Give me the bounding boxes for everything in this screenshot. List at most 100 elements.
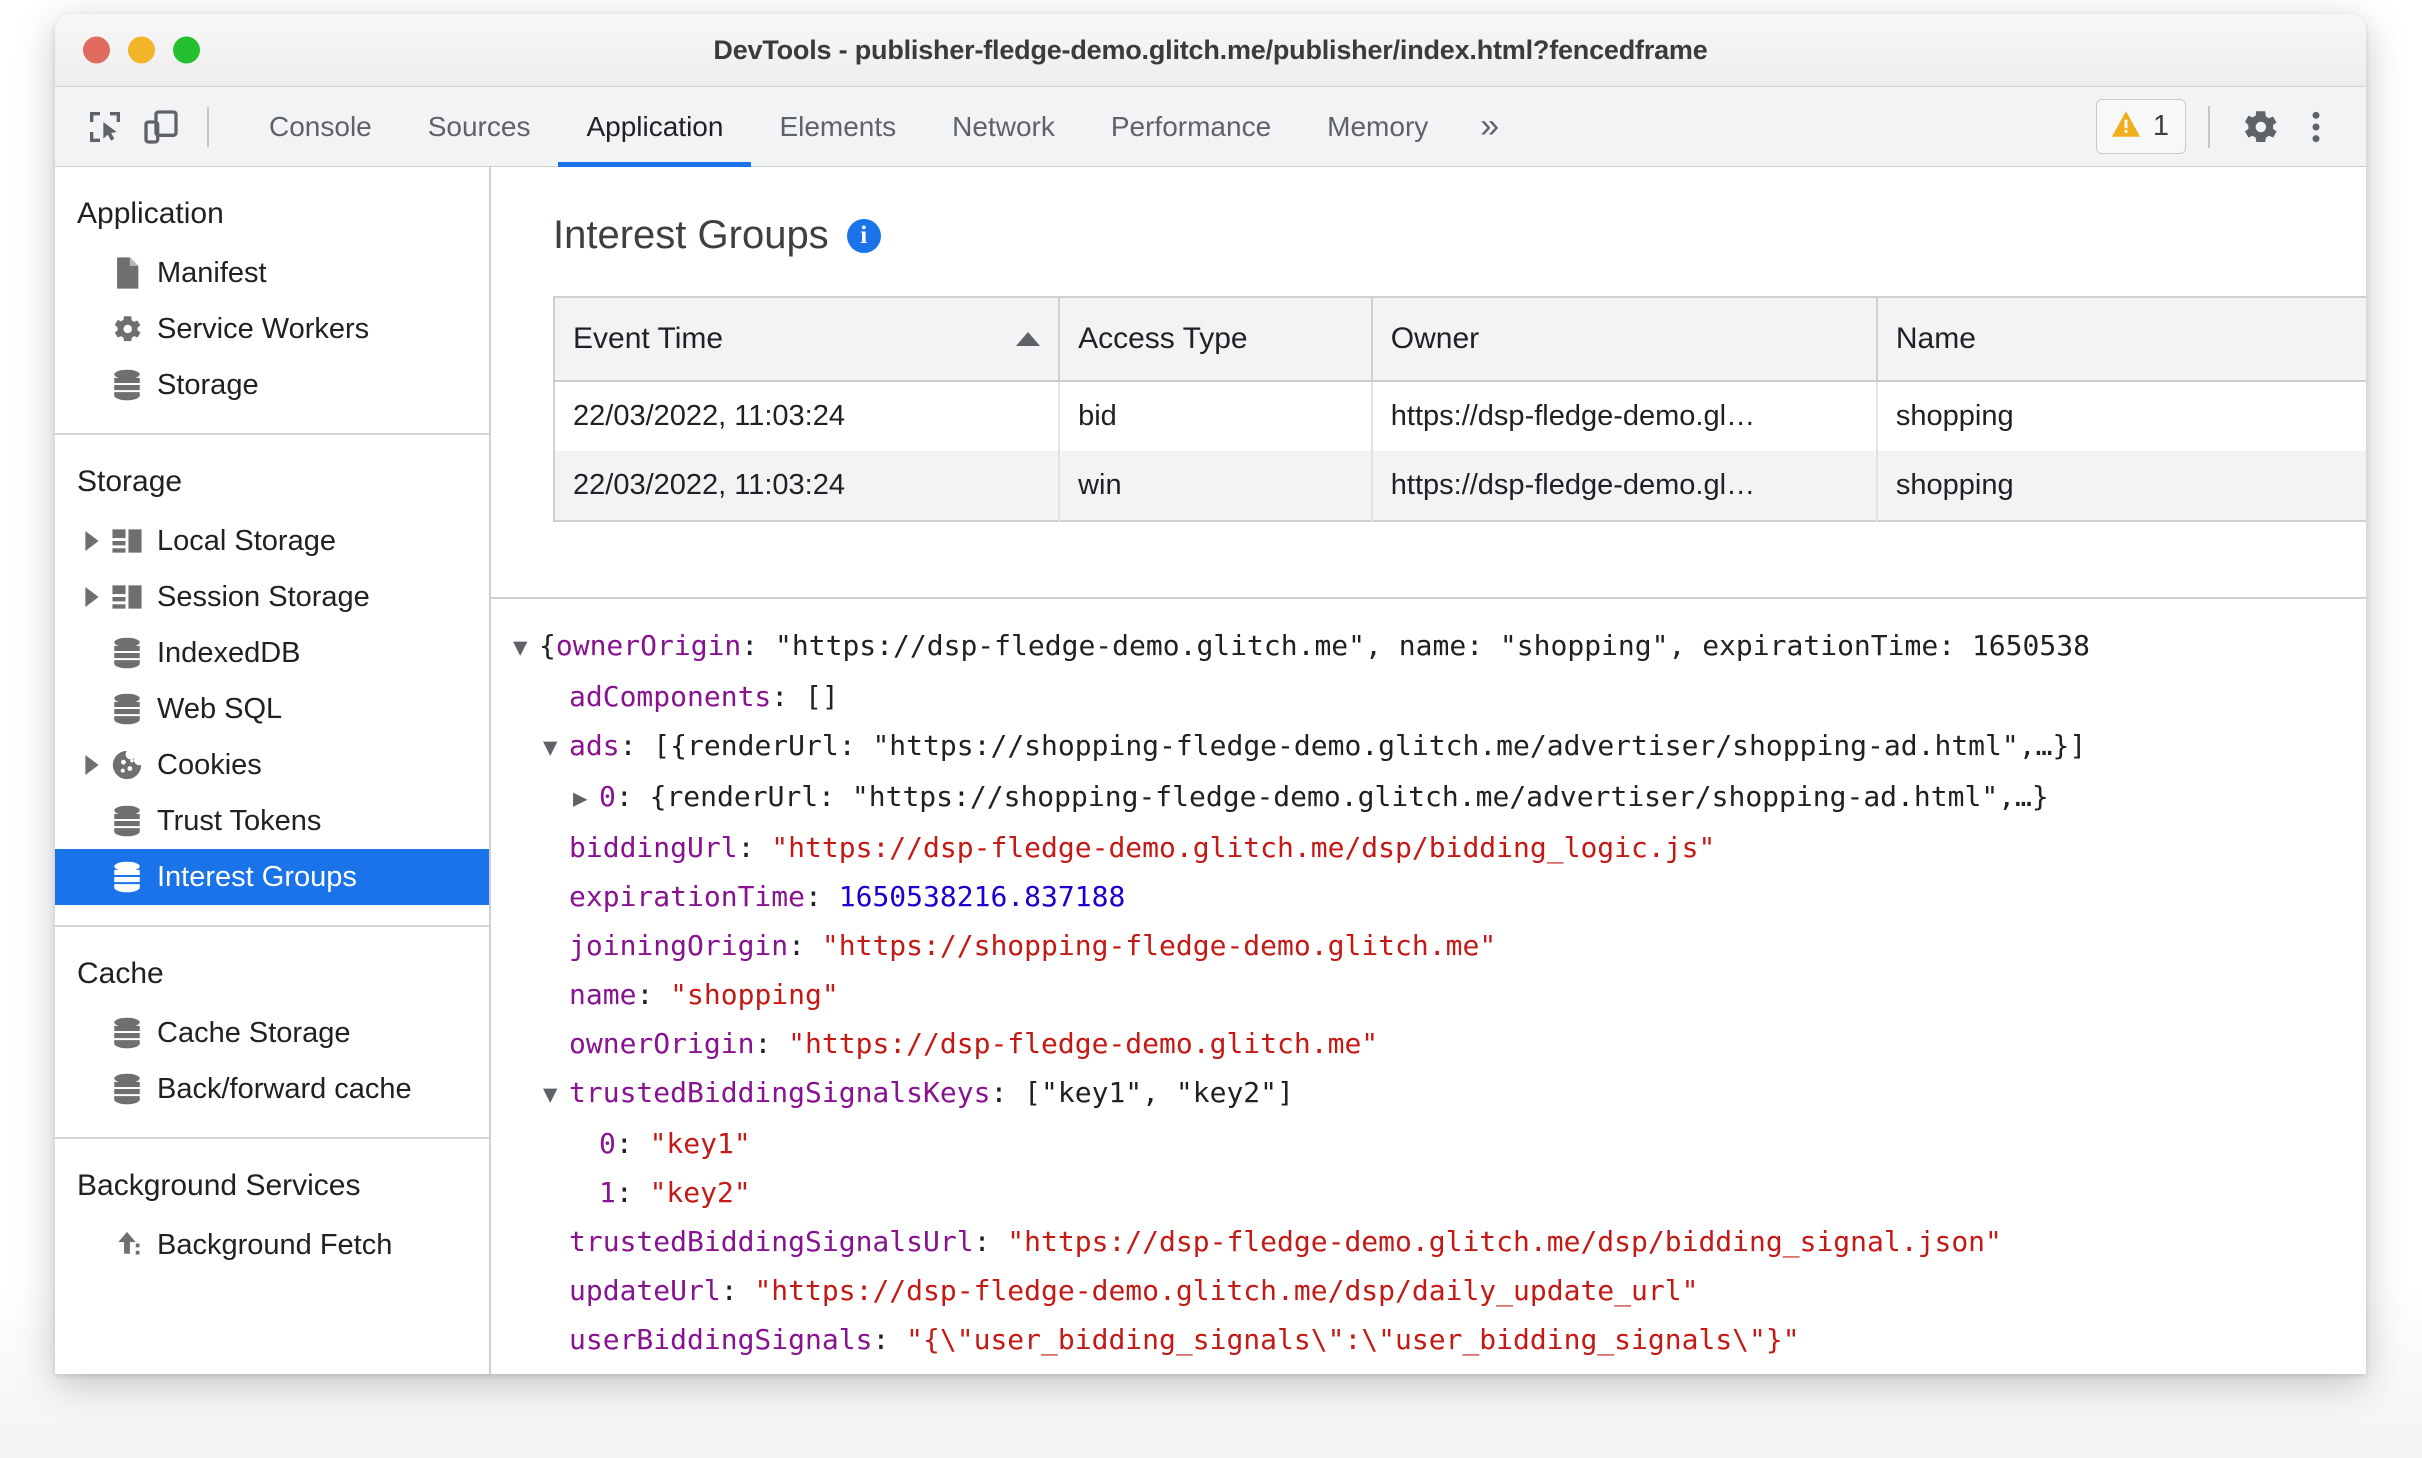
sidebar-item-cache-storage[interactable]: Cache Storage <box>55 1005 489 1061</box>
collapse-triangle-icon[interactable]: ▼ <box>543 723 569 772</box>
sidebar-item-cookies[interactable]: Cookies <box>55 737 489 793</box>
toolbar-divider <box>207 106 209 147</box>
sidebar-item-background-fetch[interactable]: Background Fetch <box>55 1217 489 1273</box>
column-header-name[interactable]: Name <box>1876 297 2366 382</box>
cookie-icon <box>107 748 147 782</box>
interest-groups-table: Event Time Access Type Owner Name 22/03/… <box>553 296 2366 522</box>
json-punctuation: : [] <box>771 680 839 713</box>
interest-group-details-view[interactable]: ▼ {ownerOrigin: "https://dsp-fledge-demo.… <box>491 599 2366 1374</box>
tab-memory[interactable]: Memory <box>1299 87 1456 167</box>
json-punctuation: 1650538 <box>1971 629 2090 662</box>
json-line[interactable]: updateUrl: "https://dsp-fledge-demo.glit… <box>513 1266 2366 1315</box>
sidebar-item-storage[interactable]: Storage <box>55 357 489 413</box>
json-string: "https://dsp-fledge-demo.glitch.me/dsp/b… <box>1007 1225 2002 1258</box>
sidebar-item-back-forward-cache[interactable]: Back/forward cache <box>55 1061 489 1117</box>
column-header-access-type[interactable]: Access Type <box>1059 297 1373 382</box>
table-header: Event Time Access Type Owner Name <box>554 297 2366 382</box>
json-line[interactable]: trustedBiddingSignalsUrl: "https://dsp-f… <box>513 1217 2366 1266</box>
sidebar-item-label: Local Storage <box>157 524 336 557</box>
tab-application[interactable]: Application <box>558 87 752 167</box>
devtools-body: Application Manifest Service Workers Sto… <box>55 167 2366 1374</box>
cell-name: shopping <box>1876 381 2366 451</box>
json-string: "key2" <box>649 1176 751 1209</box>
expand-triangle-icon[interactable]: ▶ <box>573 774 599 823</box>
sidebar-item-local-storage[interactable]: Local Storage <box>55 513 489 569</box>
tab-label: Console <box>269 110 372 142</box>
json-punctuation: : [{ <box>619 729 688 762</box>
sidebar-item-label: Back/forward cache <box>157 1072 412 1105</box>
device-toggle-icon[interactable] <box>133 99 189 155</box>
tab-label: Application <box>586 110 724 142</box>
json-line[interactable]: 1: "key2" <box>513 1168 2366 1217</box>
json-string: "https://dsp-fledge-demo.glitch.me" <box>788 1027 1379 1060</box>
json-line[interactable]: name: "shopping" <box>513 970 2366 1019</box>
json-line[interactable]: expirationTime: 1650538216.837188 <box>513 872 2366 921</box>
sidebar-item-indexeddb[interactable]: IndexedDB <box>55 625 489 681</box>
minimize-window-button[interactable] <box>128 36 155 64</box>
database-icon <box>107 368 147 402</box>
tab-label: Sources <box>427 110 531 142</box>
sidebar-item-session-storage[interactable]: Session Storage <box>55 569 489 625</box>
json-punctuation: : <box>754 1027 789 1060</box>
tab-label: Elements <box>779 110 897 142</box>
json-line[interactable]: 0: "key1" <box>513 1119 2366 1168</box>
table-row[interactable]: 22/03/2022, 11:03:24 win https://dsp-fle… <box>554 451 2366 521</box>
sidebar-item-service-workers[interactable]: Service Workers <box>55 301 489 357</box>
expand-arrow-icon[interactable] <box>77 531 107 551</box>
tab-label: Performance <box>1110 110 1272 142</box>
table-icon <box>107 527 147 555</box>
expand-arrow-icon[interactable] <box>77 755 107 775</box>
more-tabs-icon[interactable]: » <box>1456 107 1523 146</box>
json-punctuation: ,…}] <box>2018 729 2087 762</box>
json-punctuation: : { <box>615 780 667 813</box>
collapse-triangle-icon[interactable]: ▼ <box>543 1070 569 1119</box>
info-icon[interactable]: i <box>846 218 881 253</box>
sidebar-item-web-sql[interactable]: Web SQL <box>55 681 489 737</box>
sidebar-group-title: Application <box>77 197 224 230</box>
close-window-button[interactable] <box>83 36 110 64</box>
warning-count-button[interactable]: 1 <box>2095 99 2186 154</box>
json-line[interactable]: ▼ {ownerOrigin: "https://dsp-fledge-demo.… <box>513 621 2366 672</box>
json-punctuation: : <box>805 880 839 913</box>
sidebar-item-trust-tokens[interactable]: Trust Tokens <box>55 793 489 849</box>
table-row[interactable]: 22/03/2022, 11:03:24 bid https://dsp-fle… <box>554 381 2366 451</box>
tab-network[interactable]: Network <box>924 87 1083 167</box>
database-icon <box>107 804 147 838</box>
sidebar-item-label: Cache Storage <box>157 1016 351 1049</box>
gear-icon <box>107 312 147 346</box>
screenshot-root: DevTools - publisher-fledge-demo.glitch.… <box>0 0 2422 1458</box>
expand-arrow-icon[interactable] <box>77 587 107 607</box>
kebab-menu-icon[interactable] <box>2288 99 2344 155</box>
table-header-row: Event Time Access Type Owner Name <box>554 297 2366 382</box>
json-line[interactable]: ▼ trustedBiddingSignalsKeys: ["key1", "ke… <box>513 1068 2366 1119</box>
column-header-owner[interactable]: Owner <box>1371 297 1878 382</box>
json-line[interactable]: joiningOrigin: "https://shopping-fledge-… <box>513 921 2366 970</box>
collapse-triangle-icon[interactable]: ▼ <box>513 623 539 672</box>
inspect-cursor-icon[interactable] <box>77 99 133 155</box>
json-punctuation: : <box>1466 629 1500 662</box>
json-line[interactable]: adComponents: [] <box>513 672 2366 721</box>
json-punctuation: , <box>1365 629 1399 662</box>
maximize-window-button[interactable] <box>173 36 200 64</box>
json-line[interactable]: ▶ 0: {renderUrl: "https://shopping-fledge… <box>513 772 2366 823</box>
tab-elements[interactable]: Elements <box>751 87 924 167</box>
tab-console[interactable]: Console <box>241 87 400 167</box>
json-line[interactable]: ▼ ads: [{renderUrl: "https://shopping-fle… <box>513 721 2366 772</box>
json-key: userBiddingSignals <box>569 1323 873 1356</box>
devtools-window: DevTools - publisher-fledge-demo.glitch.… <box>55 14 2366 1374</box>
sidebar-group-storage: Storage Local Storage Session Storage In… <box>55 435 489 927</box>
sidebar-item-interest-groups[interactable]: Interest Groups <box>55 849 489 905</box>
sidebar-item-label: IndexedDB <box>157 636 301 669</box>
json-line[interactable]: userBiddingSignals: "{\"user_bidding_sig… <box>513 1315 2366 1364</box>
sidebar-item-manifest[interactable]: Manifest <box>55 245 489 301</box>
json-line[interactable]: ownerOrigin: "https://dsp-fledge-demo.gl… <box>513 1019 2366 1068</box>
sidebar-group-cache: Cache Cache Storage Back/forward cache <box>55 927 489 1139</box>
tab-sources[interactable]: Sources <box>400 87 559 167</box>
traffic-lights <box>83 36 200 64</box>
gear-icon[interactable] <box>2232 99 2288 155</box>
tab-performance[interactable]: Performance <box>1083 87 1299 167</box>
cell-name: shopping <box>1876 451 2366 521</box>
cell-event-time: 22/03/2022, 11:03:24 <box>554 451 1061 521</box>
column-header-event-time[interactable]: Event Time <box>554 297 1061 382</box>
json-line[interactable]: biddingUrl: "https://dsp-fledge-demo.gli… <box>513 823 2366 872</box>
